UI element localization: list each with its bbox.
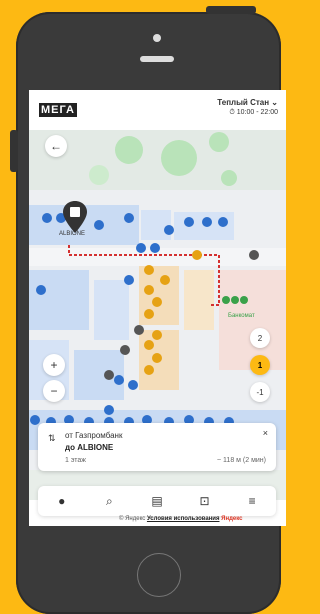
terms-link[interactable]: Условия использования <box>147 516 220 522</box>
back-button[interactable]: ← <box>45 135 67 157</box>
zoom-out-icon: − <box>50 384 58 398</box>
close-icon[interactable]: × <box>263 428 268 438</box>
speaker <box>140 56 174 62</box>
search-icon[interactable]: ⌕ <box>97 489 121 513</box>
map-footer: © Яндекс Условия использования Яндекс <box>119 516 243 522</box>
zoom-out-button[interactable]: − <box>43 380 65 402</box>
map-icon[interactable]: ▤ <box>145 489 169 513</box>
store-name: Теплый Стан ⌄ <box>217 98 278 107</box>
route-distance: ~ 118 м (2 мин) <box>217 457 266 464</box>
floor-button-1[interactable]: 1 <box>250 355 270 375</box>
destination-label: ALBIONE <box>59 231 86 237</box>
zoom-in-icon: + <box>50 358 58 372</box>
home-button[interactable] <box>137 553 181 597</box>
store-selector[interactable]: Теплый Стан ⌄ ⏱ 10:00 - 22:00 <box>217 98 278 117</box>
route-to: до ALBIONE <box>65 443 114 452</box>
yandex-brand: Яндекс <box>221 516 243 522</box>
app-header: МЕГА Теплый Стан ⌄ ⏱ 10:00 - 22:00 <box>29 90 286 130</box>
back-arrow-icon: ← <box>50 139 62 153</box>
app-screen: МЕГА Теплый Стан ⌄ ⏱ 10:00 - 22:00 ← ALB… <box>29 90 286 526</box>
power-button <box>206 6 256 14</box>
logo: МЕГА <box>39 100 78 117</box>
atm-label: Банкомат <box>228 313 255 319</box>
transport-icon[interactable]: ⊡ <box>193 489 217 513</box>
camera <box>153 34 161 42</box>
destination-pin-icon[interactable] <box>62 200 88 234</box>
route-floor: 1 этаж <box>65 457 86 464</box>
floor-button-minus-1[interactable]: -1 <box>250 382 270 402</box>
route-icon: ⇅ <box>48 433 56 443</box>
floor-button-2[interactable]: 2 <box>250 328 270 348</box>
bottom-toolbar: ● ⌕ ▤ ⊡ ≡ <box>38 486 276 516</box>
zoom-in-button[interactable]: + <box>43 354 65 376</box>
yandex-copyright: © Яндекс <box>119 516 146 522</box>
info-icon[interactable]: ● <box>50 489 74 513</box>
menu-icon[interactable]: ≡ <box>240 489 264 513</box>
route-from: от Газпромбанк <box>65 431 123 440</box>
store-hours: ⏱ 10:00 - 22:00 <box>229 109 278 116</box>
volume-button <box>10 130 18 172</box>
route-card[interactable]: ⇅ от Газпромбанк до ALBIONE 1 этаж ~ 118… <box>38 423 276 471</box>
